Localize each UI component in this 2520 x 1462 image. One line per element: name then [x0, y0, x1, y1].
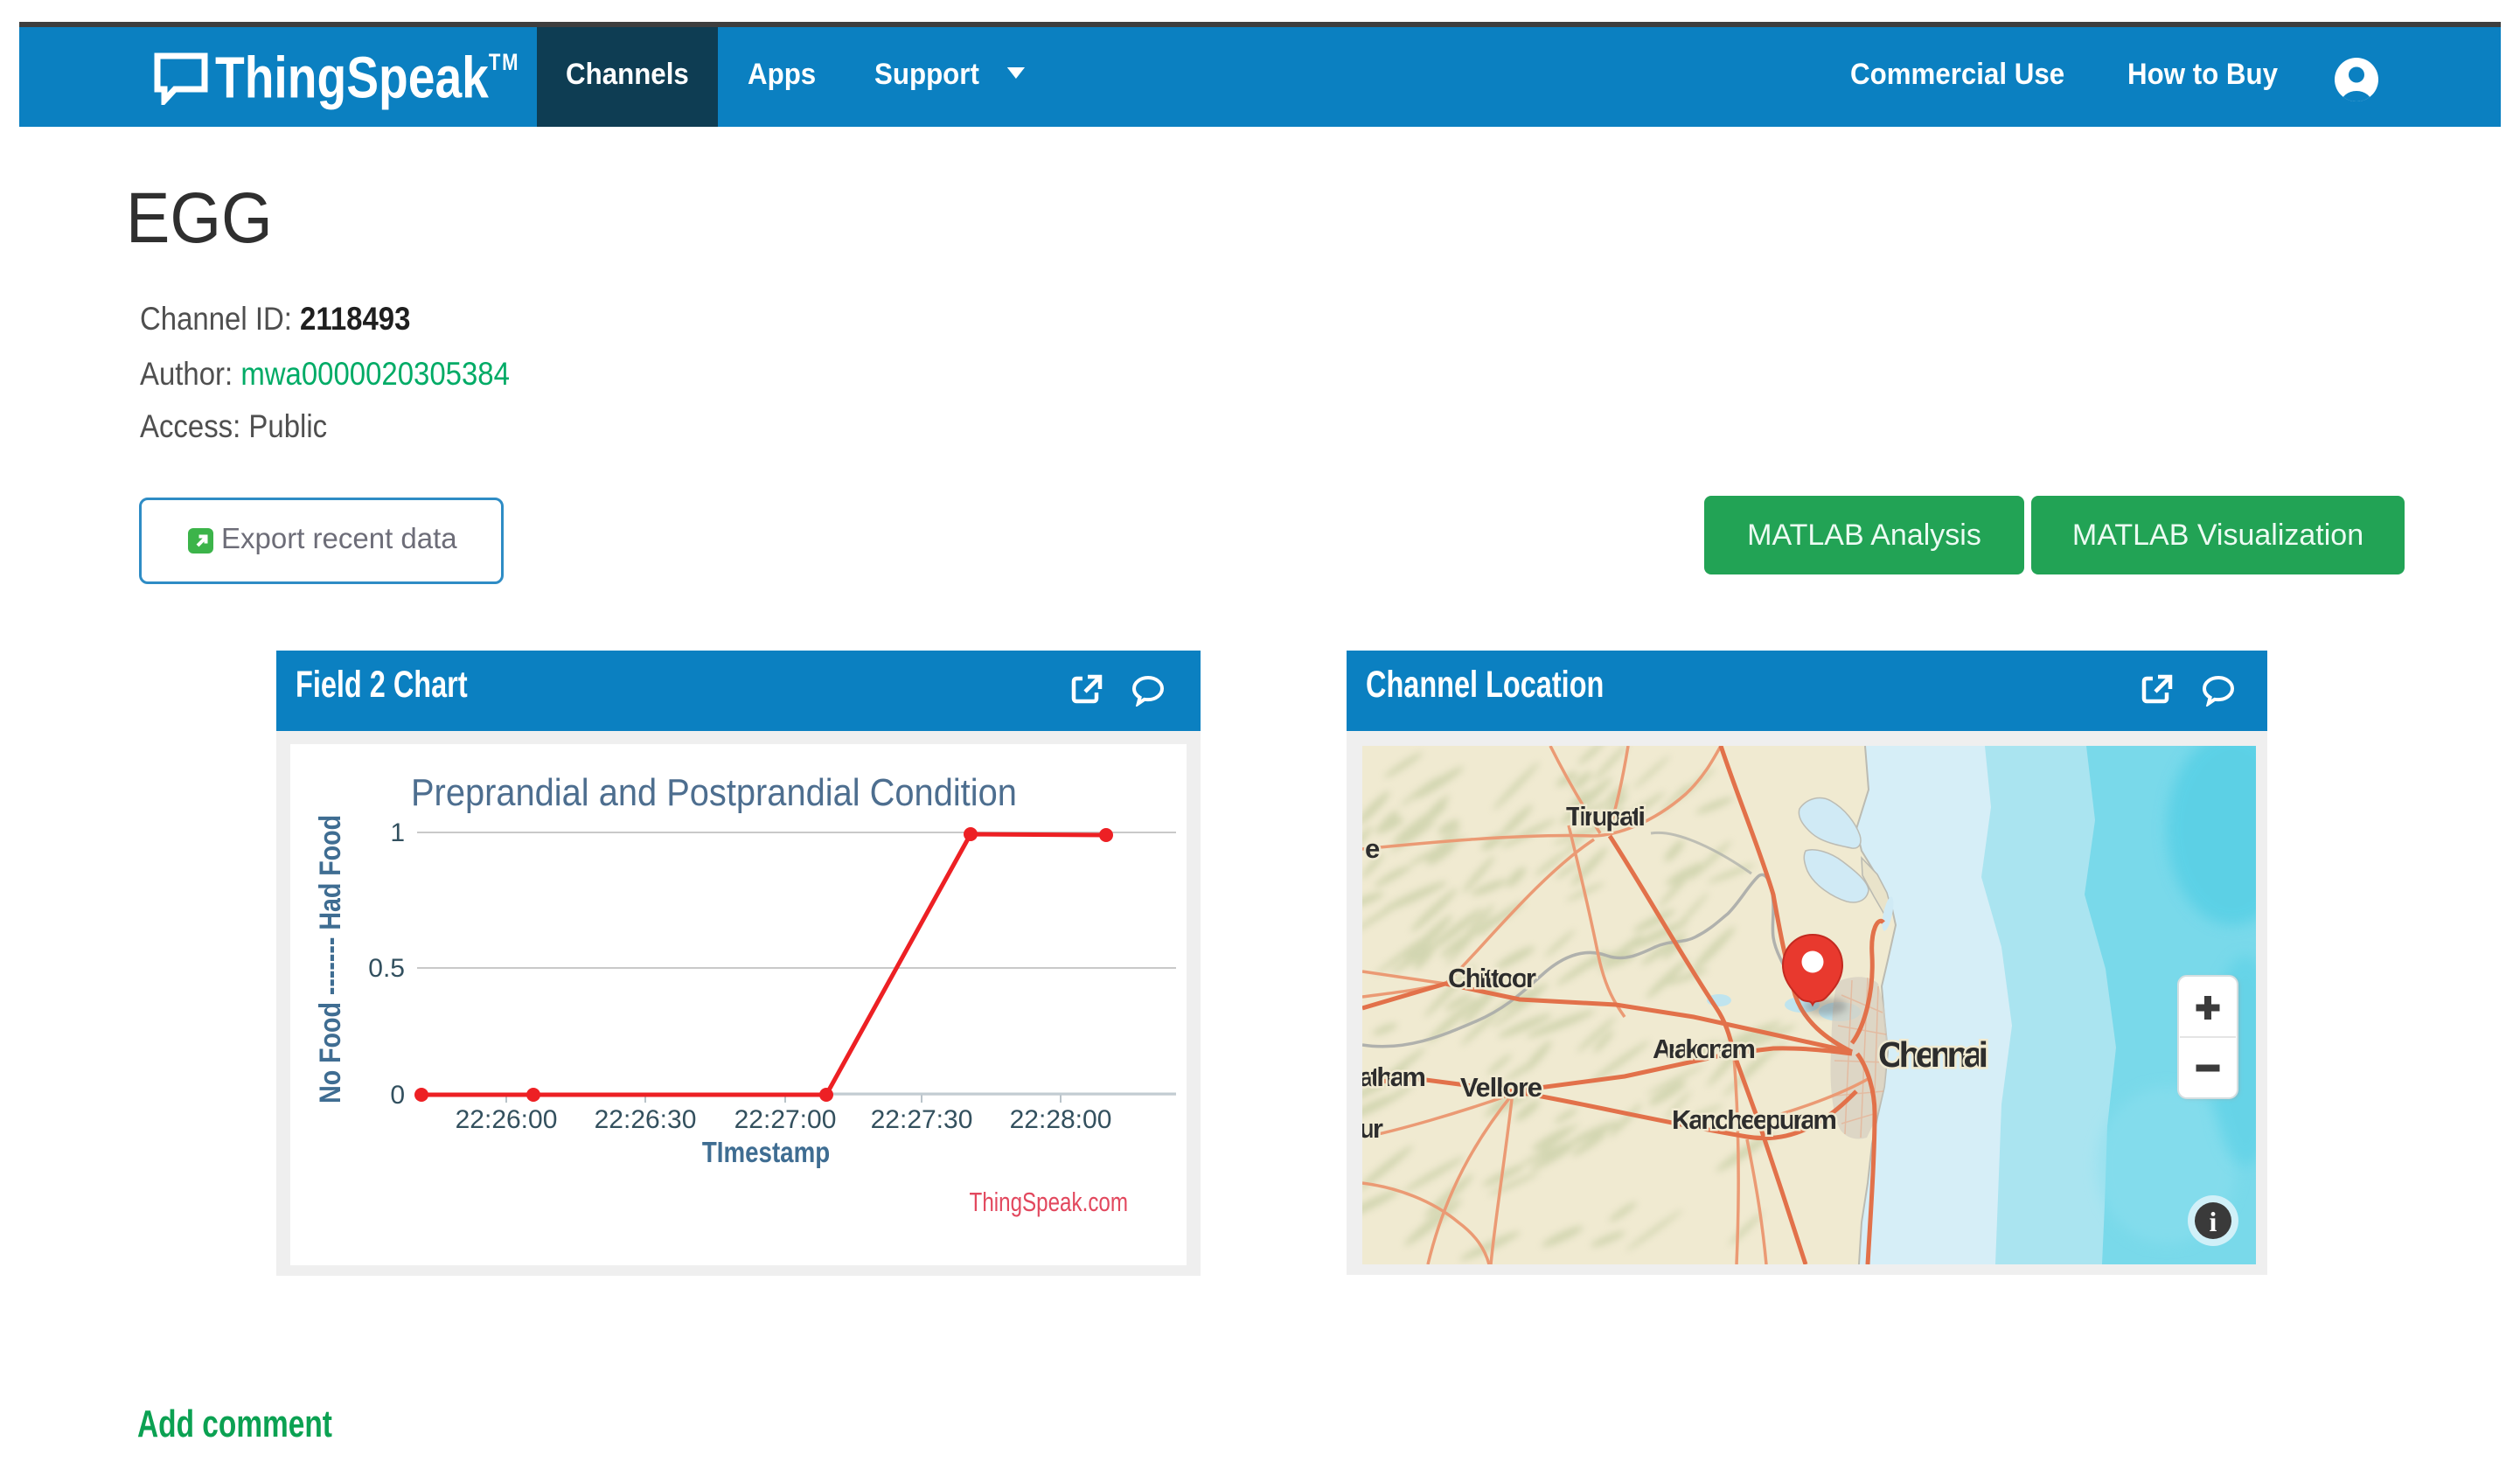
svg-text:Vellore: Vellore — [1460, 1072, 1542, 1103]
svg-text:Arakonam: Arakonam — [1653, 1034, 1756, 1064]
svg-text:Chittoor: Chittoor — [1448, 963, 1536, 993]
svg-text:ur: ur — [1362, 1113, 1383, 1144]
svg-text:i: i — [2210, 1206, 2217, 1237]
svg-text:e: e — [1365, 833, 1380, 864]
svg-text:Kancheepuram: Kancheepuram — [1672, 1104, 1837, 1135]
svg-text:Tirupati: Tirupati — [1566, 801, 1646, 832]
svg-text:Chennai: Chennai — [1878, 1034, 1988, 1075]
svg-text:atham: atham — [1362, 1062, 1426, 1092]
